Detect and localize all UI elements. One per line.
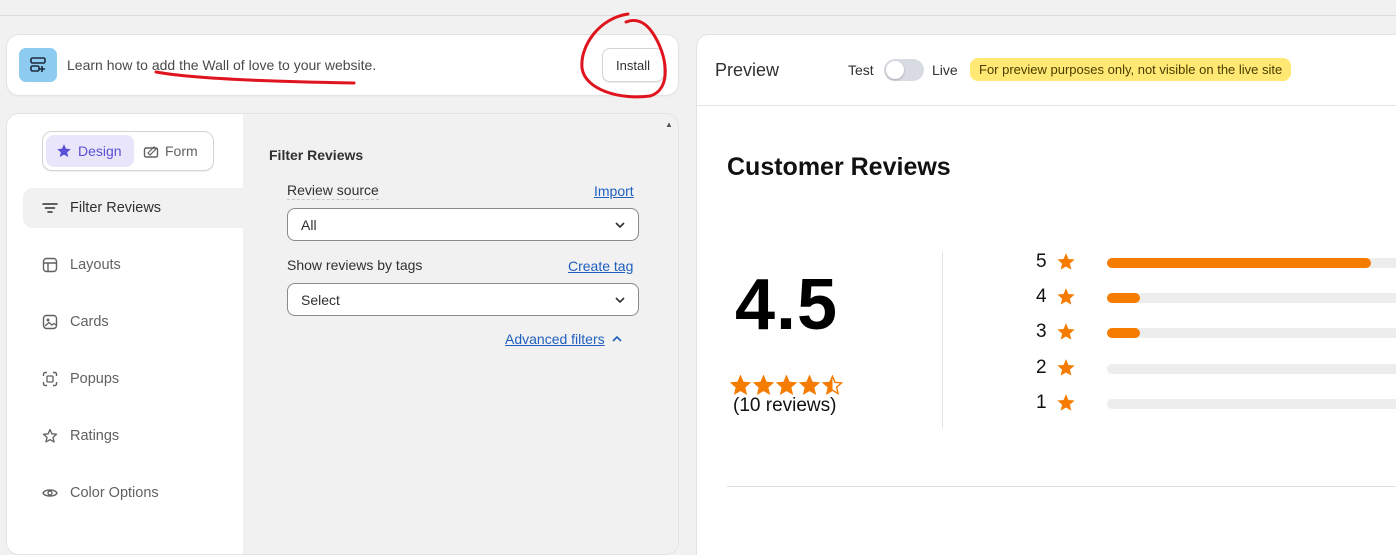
sidebar-item-filter-reviews[interactable]: Filter Reviews: [23, 188, 243, 228]
distribution-bar-fill: [1107, 328, 1140, 338]
review-source-select[interactable]: All: [287, 208, 639, 241]
preview-notice-badge: For preview purposes only, not visible o…: [970, 58, 1292, 81]
star-icon: [57, 144, 71, 157]
vertical-divider: [942, 252, 943, 428]
install-banner: Learn how to add the Wall of love to you…: [7, 35, 678, 95]
distribution-star-count: 4: [1036, 286, 1047, 307]
review-source-label: Review source: [287, 182, 379, 200]
sidebar-item-cards[interactable]: Cards: [23, 302, 243, 342]
form-edit-icon: [143, 146, 159, 158]
preview-title: Preview: [715, 60, 780, 80]
rating-stars: [730, 375, 845, 395]
sidebar-item-label: Ratings: [70, 428, 120, 444]
tab-design-label: Design: [78, 143, 122, 159]
distribution-star-count: 2: [1036, 357, 1047, 378]
star-full-icon: [776, 375, 797, 395]
sidebar-item-label: Popups: [70, 371, 120, 387]
filter-content: Filter Reviews Review source Import All …: [243, 114, 678, 554]
distribution-row: 5: [1032, 249, 1396, 275]
preview-panel: Preview Test Live For preview purposes o…: [697, 35, 1396, 555]
distribution-bar-track: [1107, 293, 1396, 303]
distribution-star-count: 5: [1036, 251, 1047, 272]
chevron-up-icon: [612, 335, 622, 342]
sidebar-item-label: Layouts: [70, 257, 121, 273]
create-tag-link[interactable]: Create tag: [568, 258, 633, 274]
distribution-bar-fill: [1107, 258, 1371, 268]
chevron-down-icon: [615, 222, 625, 229]
switch-knob: [886, 61, 904, 79]
distribution-bar-track: [1107, 364, 1396, 374]
sidebar: Design Form Filter Reviews Layouts Cards…: [7, 114, 243, 554]
embed-icon: [19, 48, 57, 82]
eye-icon: [42, 489, 58, 497]
star-icon: [1056, 322, 1076, 346]
star-full-icon: [753, 375, 774, 395]
filter-lines-icon: [42, 203, 58, 213]
banner-text: Learn how to add the Wall of love to you…: [67, 57, 377, 73]
live-label: Live: [932, 62, 958, 78]
sidebar-item-layouts[interactable]: Layouts: [23, 245, 243, 285]
distribution-star-count: 3: [1036, 321, 1047, 342]
tags-label: Show reviews by tags: [287, 257, 423, 273]
import-link[interactable]: Import: [594, 183, 634, 199]
tags-select-value: Select: [301, 291, 340, 308]
distribution-row: 2: [1032, 355, 1396, 381]
distribution-bar-track: [1107, 328, 1396, 338]
sidebar-item-ratings[interactable]: Ratings: [23, 416, 243, 456]
star-half-icon: [822, 375, 843, 395]
preview-header: Preview Test Live For preview purposes o…: [697, 35, 1396, 106]
distribution-row: 1: [1032, 390, 1396, 416]
customer-reviews-title: Customer Reviews: [727, 153, 951, 181]
advanced-filters-label: Advanced filters: [505, 331, 605, 347]
tab-form[interactable]: Form: [143, 135, 209, 167]
tab-design[interactable]: Design: [46, 135, 134, 167]
distribution-bar-track: [1107, 258, 1396, 268]
top-bar: [0, 0, 1396, 16]
star-icon: [1056, 393, 1076, 417]
star-full-icon: [730, 375, 751, 395]
review-source-value: All: [301, 216, 317, 233]
tab-form-label: Form: [165, 143, 198, 159]
design-form-toggle: Design Form: [42, 131, 214, 171]
star-outline-icon: [42, 428, 58, 443]
card-image-icon: [42, 314, 58, 330]
scrollbar-up-arrow[interactable]: ▲: [665, 120, 673, 129]
tags-select[interactable]: Select: [287, 283, 639, 316]
sidebar-item-label: Color Options: [70, 485, 159, 501]
star-full-icon: [799, 375, 820, 395]
distribution-bar-track: [1107, 399, 1396, 409]
distribution-bar-fill: [1107, 293, 1140, 303]
popup-icon: [42, 371, 58, 387]
sidebar-item-label: Filter Reviews: [70, 200, 162, 216]
distribution-star-count: 1: [1036, 392, 1047, 413]
filter-section-title: Filter Reviews: [269, 147, 364, 163]
average-rating: 4.5: [735, 265, 839, 345]
sidebar-item-color-options[interactable]: Color Options: [23, 473, 243, 513]
distribution-row: 3: [1032, 319, 1396, 345]
advanced-filters-link[interactable]: Advanced filters: [505, 331, 623, 347]
test-label: Test: [848, 62, 874, 78]
sidebar-item-label: Cards: [70, 314, 109, 330]
horizontal-divider: [727, 486, 1396, 487]
star-icon: [1056, 252, 1076, 276]
star-icon: [1056, 358, 1076, 382]
settings-panel: Filter Reviews Review source Import All …: [7, 114, 678, 554]
distribution-row: 4: [1032, 284, 1396, 310]
layout-icon: [42, 257, 58, 273]
star-icon: [1056, 287, 1076, 311]
install-button[interactable]: Install: [602, 48, 664, 82]
chevron-down-icon: [615, 297, 625, 304]
test-live-switch[interactable]: [884, 59, 924, 81]
sidebar-item-popups[interactable]: Popups: [23, 359, 243, 399]
review-count: (10 reviews): [733, 395, 837, 416]
